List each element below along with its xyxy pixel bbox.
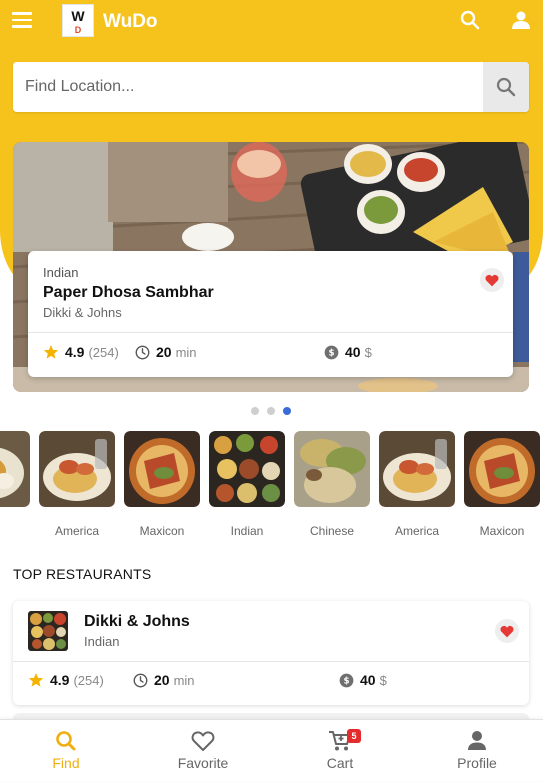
logo-letter-w: W bbox=[71, 8, 85, 24]
category-label: America bbox=[394, 524, 439, 538]
review-count: (254) bbox=[88, 344, 119, 360]
nav-item-favorite[interactable]: Favorite bbox=[148, 720, 258, 782]
nav-label: Profile bbox=[457, 755, 497, 771]
category-item[interactable]: se bbox=[0, 431, 30, 538]
price-value: 40 bbox=[345, 344, 361, 360]
category-label: Maxicon bbox=[479, 524, 525, 538]
review-count: (254) bbox=[73, 672, 104, 688]
location-search-input[interactable] bbox=[13, 62, 483, 112]
category-label: America bbox=[54, 524, 99, 538]
category-label: Indian bbox=[230, 524, 264, 538]
restaurant-rating: 4.9 (254) bbox=[28, 672, 104, 688]
featured-favorite-button[interactable] bbox=[480, 268, 504, 292]
bottom-navigation: Find Favorite 5 Cart Profile bbox=[0, 719, 543, 781]
featured-dish-name: Paper Dhosa Sambhar bbox=[43, 284, 214, 301]
person-icon bbox=[468, 731, 486, 750]
restaurant-price: $ 40 $ bbox=[339, 672, 387, 688]
section-title-top-restaurants: TOP RESTAURANTS bbox=[13, 566, 152, 582]
category-image bbox=[294, 431, 370, 507]
heart-outline-icon bbox=[191, 731, 215, 751]
carousel-dot[interactable] bbox=[251, 407, 259, 415]
featured-rating: 4.9 (254) bbox=[43, 344, 119, 360]
price-value: 40 bbox=[360, 672, 376, 688]
time-unit: min bbox=[175, 344, 197, 360]
search-icon bbox=[496, 77, 516, 97]
location-search-button[interactable] bbox=[483, 62, 529, 112]
rating-value: 4.9 bbox=[65, 344, 85, 360]
coin-dollar-icon: $ bbox=[324, 345, 339, 359]
restaurant-delivery-time: 20 min bbox=[133, 672, 195, 688]
featured-food-card[interactable]: Indian Paper Dhosa Sambhar Dikki & Johns… bbox=[28, 251, 513, 377]
category-item[interactable]: Indian bbox=[209, 431, 285, 538]
location-search-bar bbox=[13, 62, 529, 112]
star-icon bbox=[43, 345, 59, 359]
nav-label: Favorite bbox=[177, 755, 229, 771]
time-unit: min bbox=[173, 672, 195, 688]
featured-delivery-time: 20 min bbox=[135, 344, 197, 360]
price-currency: $ bbox=[364, 344, 372, 360]
restaurant-thumbnail bbox=[28, 611, 68, 651]
restaurant-name: Dikki & Johns bbox=[84, 613, 190, 630]
carousel-dot-active[interactable] bbox=[283, 407, 291, 415]
restaurant-card[interactable]: Dikki & Johns Indian 4.9 (254) 20 min $ … bbox=[13, 601, 529, 705]
price-currency: $ bbox=[379, 672, 387, 688]
clock-icon bbox=[133, 673, 148, 687]
search-icon[interactable] bbox=[460, 10, 480, 30]
category-item[interactable]: Chinese bbox=[294, 431, 370, 538]
svg-text:$: $ bbox=[328, 348, 334, 358]
card-divider bbox=[28, 332, 513, 333]
logo-letter-d: D bbox=[74, 25, 82, 35]
app-logo: W D bbox=[62, 4, 94, 37]
card-divider bbox=[13, 661, 529, 662]
category-item[interactable]: America bbox=[39, 431, 115, 538]
category-item[interactable]: Maxicon bbox=[124, 431, 200, 538]
hamburger-menu-icon[interactable] bbox=[12, 12, 34, 28]
app-title: WuDo bbox=[103, 11, 158, 32]
category-strip[interactable]: se America Maxicon Indian Chinese Americ… bbox=[0, 431, 543, 541]
time-value: 20 bbox=[154, 672, 170, 688]
nav-label: Cart bbox=[326, 755, 354, 771]
nav-item-cart[interactable]: 5 Cart bbox=[285, 720, 395, 782]
svg-text:$: $ bbox=[343, 676, 349, 686]
coin-dollar-icon: $ bbox=[339, 673, 354, 687]
search-icon bbox=[56, 731, 76, 751]
carousel-dot[interactable] bbox=[267, 407, 275, 415]
nav-item-find[interactable]: Find bbox=[11, 720, 121, 782]
heart-icon bbox=[500, 625, 514, 637]
restaurant-favorite-button[interactable] bbox=[495, 619, 519, 643]
clock-icon bbox=[135, 345, 150, 359]
category-image bbox=[124, 431, 200, 507]
category-image bbox=[0, 431, 30, 507]
category-image bbox=[39, 431, 115, 507]
featured-price: $ 40 $ bbox=[324, 344, 372, 360]
category-label: Chinese bbox=[309, 524, 355, 538]
category-label: Maxicon bbox=[139, 524, 185, 538]
category-image bbox=[464, 431, 540, 507]
category-image bbox=[209, 431, 285, 507]
rating-value: 4.9 bbox=[50, 672, 70, 688]
category-item[interactable]: America bbox=[379, 431, 455, 538]
time-value: 20 bbox=[156, 344, 172, 360]
featured-category: Indian bbox=[43, 265, 79, 280]
category-label: se bbox=[0, 524, 30, 538]
nav-item-profile[interactable]: Profile bbox=[422, 720, 532, 782]
heart-icon bbox=[485, 274, 499, 286]
star-icon bbox=[28, 673, 44, 687]
user-icon[interactable] bbox=[511, 10, 531, 30]
nav-label: Find bbox=[52, 755, 80, 771]
carousel-pagination bbox=[251, 407, 291, 415]
cart-count-badge: 5 bbox=[347, 729, 361, 743]
category-image bbox=[379, 431, 455, 507]
app-bar: W D WuDo bbox=[0, 0, 543, 44]
restaurant-category: Indian bbox=[84, 634, 120, 649]
featured-carousel[interactable]: Indian Paper Dhosa Sambhar Dikki & Johns… bbox=[13, 142, 529, 392]
category-item[interactable]: Maxicon bbox=[464, 431, 540, 538]
featured-restaurant-name: Dikki & Johns bbox=[43, 305, 122, 320]
